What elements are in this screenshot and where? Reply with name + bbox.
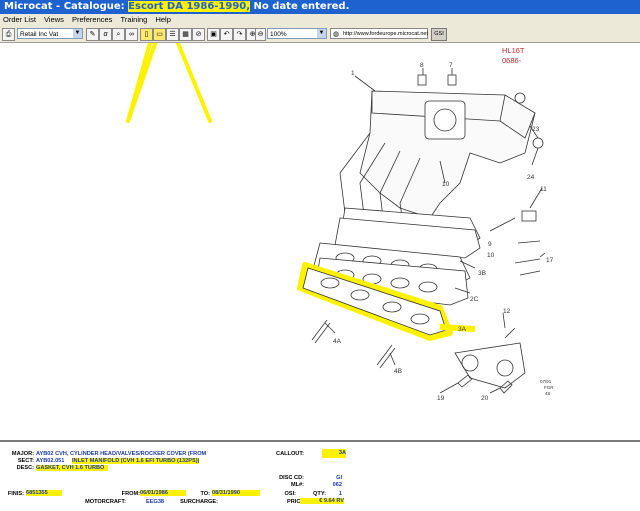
list-icon[interactable]: ☰ <box>166 28 179 41</box>
forward-icon[interactable]: ↷ <box>233 28 246 41</box>
callout-value: 3A <box>322 449 346 458</box>
menu-help[interactable]: Help <box>152 14 173 26</box>
image-icon[interactable]: ▣ <box>207 28 220 41</box>
chevron-down-icon: ▼ <box>317 29 326 38</box>
footer-code: FGR <box>544 385 554 390</box>
to-label: TO: <box>200 491 210 497</box>
footer-date: 07/91 <box>540 379 552 384</box>
ml-label: ML#: <box>290 482 304 488</box>
from-value: 06/01/1986 <box>140 490 186 496</box>
to-value: 08/31/1990 <box>212 490 260 496</box>
motorcraft-value: EEG38 <box>146 499 165 505</box>
print-icon[interactable]: ⎙ <box>2 28 15 41</box>
callout-23[interactable]: 23 <box>532 126 540 133</box>
callout-4a[interactable]: 4A <box>333 338 342 345</box>
title-suffix: No date entered. <box>250 1 350 12</box>
major-value: AYB02 CVH, CYLINDER HEAD/VALVES/ROCKER C… <box>36 451 207 457</box>
menu-order-list[interactable]: Order List <box>0 14 39 26</box>
qty-label: QTY: <box>313 491 326 497</box>
part-info-panel: MAJOR: AYB02 CVH, CYLINDER HEAD/VALVES/R… <box>0 440 640 511</box>
callout-7[interactable]: 7 <box>449 62 453 69</box>
zoom-out-icon[interactable]: ⊖ <box>255 28 266 41</box>
zoom-select[interactable]: 100% ▼ <box>267 28 327 39</box>
callout-3a[interactable]: 3A <box>458 326 467 333</box>
document-icon[interactable]: ▯ <box>140 28 153 41</box>
alpha-search-icon[interactable]: α <box>99 28 112 41</box>
sect-label: SECT: <box>17 458 34 464</box>
finis-label: FINIS: <box>7 491 24 497</box>
menu-bar: Order List Views Preferences Training He… <box>0 14 640 26</box>
price-mode-select[interactable]: Retail Inc Vat ▼ <box>17 28 83 39</box>
menu-views[interactable]: Views <box>41 14 67 26</box>
callout-10-top[interactable]: 10 <box>442 181 450 188</box>
motorcraft-label: MOTORCRAFT: <box>85 499 126 505</box>
sect-description: INLET MANIFOLD (CVH 1.6 EFI TURBO (132PS… <box>72 458 200 464</box>
price-mode-value: Retail Inc Vat <box>20 31 59 38</box>
diagram-code-2: 0686- <box>502 56 522 65</box>
url-field[interactable]: ◍ http://www.fordeurope.microcat.net <box>330 28 428 39</box>
callout-17[interactable]: 17 <box>546 257 554 264</box>
chevron-down-icon: ▼ <box>73 29 82 38</box>
callout-label: CALLOUT: <box>276 451 304 457</box>
callout-3b[interactable]: 3B <box>478 270 486 277</box>
binoculars-icon[interactable]: ∞ <box>125 28 138 41</box>
callout-4b[interactable]: 4B <box>394 368 402 375</box>
callout-20[interactable]: 20 <box>481 395 489 402</box>
gsi-button[interactable]: GSI <box>431 28 447 41</box>
menu-training[interactable]: Training <box>118 14 151 26</box>
diagram-code-1: HL16T <box>502 46 525 55</box>
parts-diagram: HL16T 0686- 1 2C 3A 3B 4A 4B 7 8 9 10 10… <box>0 33 640 438</box>
callout-9[interactable]: 9 <box>488 241 492 248</box>
title-bar: Microcat - Catalogue: Escort DA 1986-199… <box>0 0 640 14</box>
finis-value: 6851355 <box>26 490 62 496</box>
sect-value: AYB02.051 <box>36 458 65 464</box>
ml-value: 062 <box>332 482 342 488</box>
grid-icon[interactable]: ▦ <box>179 28 192 41</box>
disc-cd-label: DISC CD: <box>279 475 304 481</box>
book-icon[interactable]: ▭ <box>153 28 166 41</box>
url-text: http://www.fordeurope.microcat.net <box>343 31 428 37</box>
surcharge-label: SURCHARGE: <box>180 499 218 505</box>
exploded-view-drawing: HL16T 0686- 1 2C 3A 3B 4A 4B 7 8 9 10 10… <box>126 33 554 402</box>
callout-8[interactable]: 8 <box>420 62 424 69</box>
qty-value: 1 <box>338 491 342 497</box>
disc-cd-value: GI <box>336 475 342 481</box>
stop-icon[interactable]: ⊘ <box>192 28 205 41</box>
globe-icon: ◍ <box>333 31 340 38</box>
menu-preferences[interactable]: Preferences <box>69 14 115 26</box>
app-name: Microcat <box>4 1 53 12</box>
footer-number: 48 <box>545 391 551 396</box>
callout-11[interactable]: 11 <box>540 186 547 193</box>
major-label: MAJOR: <box>11 451 34 457</box>
desc-value: GASKET, CVH 1.6 TURBO <box>36 465 109 471</box>
zoom-value: 100% <box>270 31 287 38</box>
vehicle-highlight: Escort DA 1986-1990, <box>128 1 251 12</box>
title-separator: - Catalogue: <box>52 1 129 12</box>
callout-12[interactable]: 12 <box>503 308 511 315</box>
toolbar: ⎙ Retail Inc Vat ▼ ✎ α ⌕ ∞ ▯ ▭ ☰ ▦ ⊘ ▣ ↶… <box>0 26 640 43</box>
callout-2c[interactable]: 2C <box>470 296 479 303</box>
magnifier-icon[interactable]: ⌕ <box>112 28 125 41</box>
callout-1[interactable]: 1 <box>351 70 355 77</box>
callout-19[interactable]: 19 <box>437 395 445 402</box>
from-label: FROM: <box>121 491 140 497</box>
price-value: € 9.64 RV <box>300 498 344 504</box>
callout-24[interactable]: 24 <box>527 174 535 181</box>
callout-10-side[interactable]: 10 <box>487 252 495 259</box>
edit-icon[interactable]: ✎ <box>86 28 99 41</box>
back-icon[interactable]: ↶ <box>220 28 233 41</box>
desc-label: DESC: <box>16 465 34 471</box>
